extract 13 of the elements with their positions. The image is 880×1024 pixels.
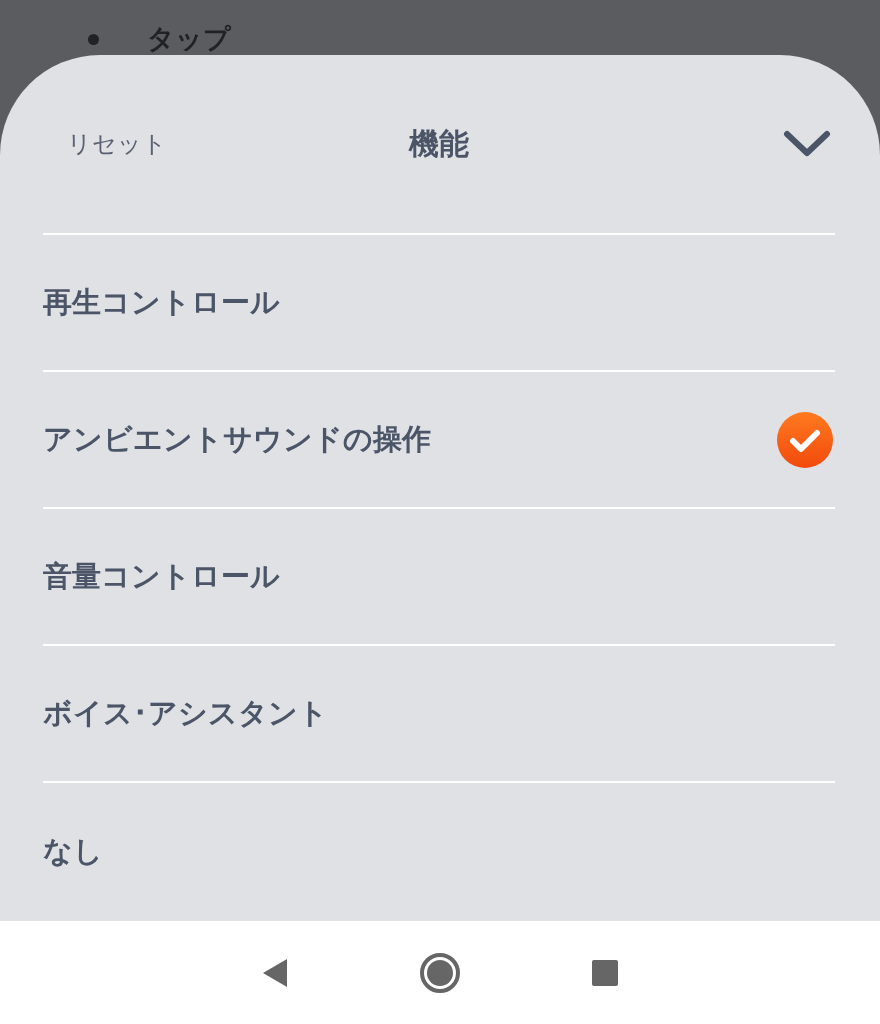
home-icon[interactable]: [419, 951, 461, 994]
list-item: タップ: [147, 24, 231, 54]
back-icon[interactable]: [261, 956, 289, 989]
bullet-icon: [88, 33, 99, 45]
recents-icon[interactable]: [591, 958, 619, 987]
option-label[interactable]: なし: [43, 831, 103, 872]
option-label[interactable]: 音量コントロール: [43, 556, 280, 597]
sheet-title: 機能: [409, 124, 469, 163]
option-label[interactable]: アンビエントサウンドの操作: [43, 419, 431, 460]
option-label[interactable]: ボイス･アシスタント: [43, 693, 328, 734]
reset-button[interactable]: リセット: [67, 128, 167, 160]
option-label[interactable]: 再生コントロール: [43, 282, 280, 323]
chevron-down-icon[interactable]: [783, 130, 831, 158]
